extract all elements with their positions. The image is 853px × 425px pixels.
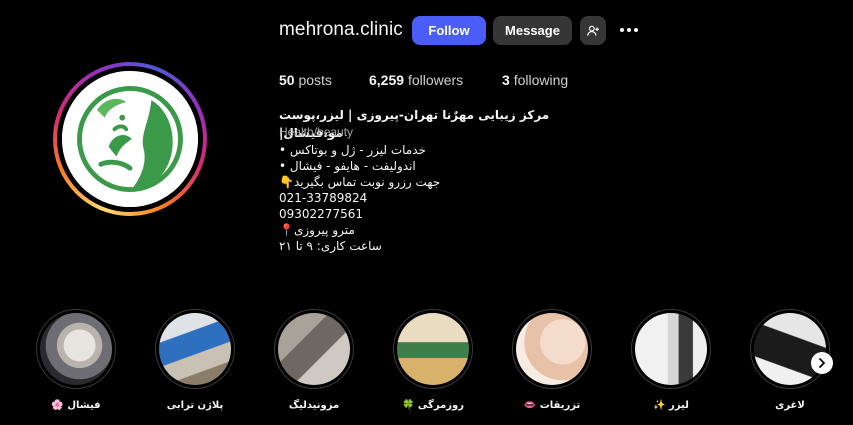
followers-count: 6,259: [369, 72, 405, 88]
posts-label: posts: [298, 72, 332, 88]
avatar-gap: [57, 66, 203, 212]
highlight-label: تزریقات 👄: [523, 400, 581, 411]
highlight-cover: [278, 313, 350, 385]
highlight-injections[interactable]: تزریقات 👄: [507, 309, 597, 411]
bio-line: اندولیفت - هایفو - فیشال •: [279, 159, 416, 173]
highlight-ring: [750, 309, 830, 389]
highlight-facial[interactable]: فیشال 🌸: [31, 309, 121, 411]
highlight-ring: [393, 309, 473, 389]
highlight-daily[interactable]: روزمرگی 🍀: [388, 309, 478, 411]
bio-phone-line: 09302277561: [279, 207, 363, 221]
highlight-plasma[interactable]: پلاژن ترابی: [150, 309, 240, 411]
highlight-label: لیزر ✨: [653, 400, 689, 411]
avatar[interactable]: [62, 71, 198, 207]
profile-avatar-ring[interactable]: [53, 62, 207, 216]
more-options-icon: [620, 28, 624, 32]
highlight-label: روزمرگی 🍀: [401, 400, 464, 411]
story-highlights: فیشال 🌸 پلاژن ترابی مزونیدلیگ روزمرگی 🍀 …: [0, 309, 853, 425]
highlight-cover: [635, 313, 707, 385]
bio-line: خدمات لیزر - ژل و بوتاکس •: [279, 143, 426, 157]
profile-bio: مرکز زیبایی مهرٌنا تهران-پیروزی | لیزر،پ…: [279, 106, 579, 254]
profile-username: mehrona.clinic: [279, 19, 403, 40]
bio-full-name: مرکز زیبایی مهرٌنا تهران-پیروزی | لیزر،پ…: [279, 108, 550, 140]
suggest-user-button[interactable]: [580, 16, 606, 45]
highlight-cover: [516, 313, 588, 385]
add-user-icon: [587, 25, 599, 36]
highlight-laser[interactable]: لیزر ✨: [626, 309, 716, 411]
highlight-label: پلاژن ترابی: [166, 400, 224, 411]
highlight-ring: [274, 309, 354, 389]
highlight-cover: [397, 313, 469, 385]
follow-button[interactable]: Follow: [412, 16, 486, 45]
posts-stat: 50 posts: [279, 72, 332, 88]
highlight-ring: [36, 309, 116, 389]
bio-phone-line: 021-33789824: [279, 191, 368, 205]
bio-line: مترو پیروزی📍: [279, 223, 355, 237]
highlight-label: مزونیدلیگ: [288, 400, 340, 411]
message-button[interactable]: Message: [493, 16, 572, 45]
bio-line: ساعت کاری: ۹ تا ۲۱: [279, 239, 382, 253]
more-options-icon: [627, 28, 631, 32]
highlight-ring: [155, 309, 235, 389]
followers-stat[interactable]: 6,259 followers: [369, 72, 463, 88]
highlight-ring: [512, 309, 592, 389]
highlight-cover: [754, 313, 826, 385]
following-count: 3: [502, 72, 510, 88]
bio-line: جهت رزرو نوبت تماس بگیرید👇: [279, 175, 441, 189]
highlight-label: فیشال 🌸: [51, 400, 101, 411]
highlight-cover: [40, 313, 112, 385]
highlight-cover: [159, 313, 231, 385]
followers-label: followers: [407, 72, 464, 88]
chevron-right-icon: [819, 358, 825, 368]
more-options-button[interactable]: [617, 22, 641, 38]
more-options-icon: [634, 28, 638, 32]
clinic-logo: [62, 71, 198, 207]
bio-category: Health/beauty: [279, 125, 354, 139]
highlight-ring: [631, 309, 711, 389]
highlights-next-button[interactable]: [811, 352, 833, 374]
highlight-label: لاغری: [775, 400, 805, 411]
following-label: following: [513, 72, 569, 88]
following-stat[interactable]: 3 following: [502, 72, 568, 88]
highlight-mesoneedling[interactable]: مزونیدلیگ: [269, 309, 359, 411]
posts-count: 50: [279, 72, 295, 88]
